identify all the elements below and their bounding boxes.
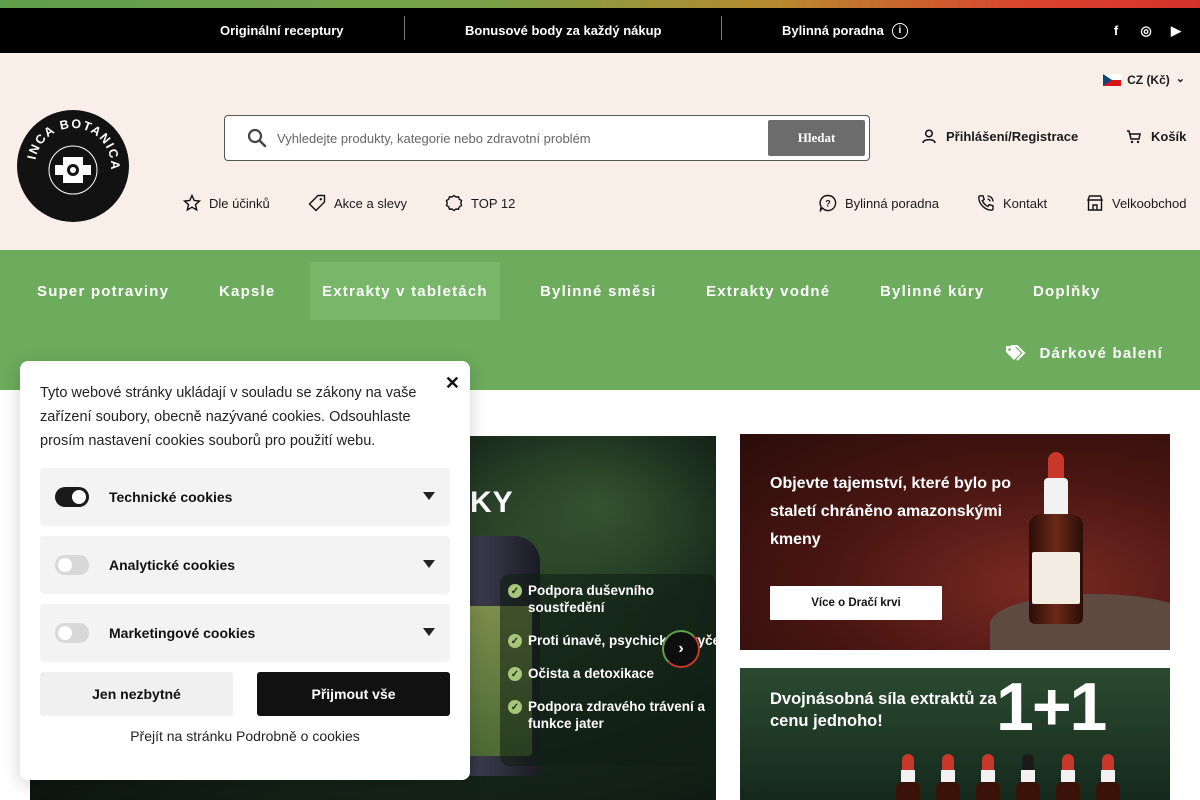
necessary-only-button[interactable]: Jen nezbytné (40, 672, 233, 716)
product-bottle (976, 754, 1000, 800)
cart-icon (1127, 129, 1141, 143)
product-bottle (1016, 754, 1040, 800)
close-icon[interactable]: ✕ (445, 373, 460, 394)
czech-flag-icon (1103, 74, 1122, 86)
category-supplements[interactable]: Doplňky (1021, 262, 1113, 320)
topbar-herbal-advice-link[interactable]: Bylinná poradna i (782, 8, 908, 53)
analytics-cookies-toggle[interactable] (55, 555, 89, 575)
category-herbal-mixes[interactable]: Bylinné směsi (528, 262, 668, 320)
subnav-top12[interactable]: TOP 12 (445, 194, 515, 212)
badge-icon (445, 194, 463, 212)
login-register-link[interactable]: Přihlášení/Registrace (922, 129, 1078, 144)
category-tablet-extracts[interactable]: Extrakty v tabletách (310, 262, 500, 320)
search-button[interactable]: Hledat (768, 120, 865, 156)
cookie-category-marketing[interactable]: Marketingové cookies (40, 604, 450, 662)
topbar-divider (721, 16, 722, 40)
hero-benefit: ✓ Podpora duševního soustředění (508, 582, 716, 616)
search-bar: Hledat (224, 115, 870, 161)
subnav-sales[interactable]: Akce a slevy (308, 194, 407, 212)
check-icon: ✓ (508, 667, 522, 681)
banner-text: Objevte tajemství, které bylo po staletí… (770, 475, 1011, 548)
svg-text:?: ? (825, 199, 831, 209)
chevron-down-icon[interactable]: ⌄ (1176, 72, 1185, 85)
check-icon: ✓ (508, 634, 522, 648)
category-capsules[interactable]: Kapsle (207, 262, 287, 320)
subnav-wholesale[interactable]: Velkoobchod (1086, 194, 1186, 212)
subnav-contact[interactable]: Kontakt (977, 194, 1047, 212)
expand-triangle-icon[interactable] (423, 628, 435, 636)
marketing-cookies-toggle[interactable] (55, 623, 89, 643)
promo-1plus1-banner[interactable]: Dvojnásobná síla extraktů za cenu jednoh… (740, 668, 1170, 800)
product-bottle (1096, 754, 1120, 800)
store-icon (1086, 195, 1104, 211)
category-herbal-courses[interactable]: Bylinné kúry (868, 262, 996, 320)
accept-all-button[interactable]: Přijmout vše (257, 672, 450, 716)
technical-cookies-toggle[interactable] (55, 487, 89, 507)
cookie-details-link[interactable]: Přejít na stránku Podrobně o cookies (20, 728, 470, 744)
cart-link[interactable]: Košík (1126, 129, 1186, 144)
banner-text: Dvojnásobná síla extraktů za cenu jednoh… (770, 690, 997, 730)
product-bottle (1056, 754, 1080, 800)
subnav-herbal-advice[interactable]: ? Bylinná poradna (819, 194, 939, 212)
product-bottle (896, 754, 920, 800)
cookie-consent-dialog: ✕ Tyto webové stránky ukládají v souladu… (20, 361, 470, 780)
expand-triangle-icon[interactable] (423, 560, 435, 568)
youtube-icon[interactable]: ▶ (1168, 23, 1184, 39)
instagram-icon[interactable]: ◎ (1138, 23, 1154, 39)
search-input[interactable] (277, 130, 757, 146)
cookie-message: Tyto webové stránky ukládají v souladu s… (40, 385, 417, 449)
bottle-dropper (1048, 452, 1064, 480)
topbar-divider (404, 16, 405, 40)
slider-next-arrow-icon[interactable]: › (662, 630, 700, 668)
language-currency-selector[interactable]: CZ (Kč) ⌄ (1103, 73, 1185, 87)
tag-icon (308, 194, 326, 212)
gift-tag-icon (1006, 345, 1026, 361)
star-icon (183, 194, 201, 212)
top-gradient-strip (0, 0, 1200, 8)
header: CZ (Kč) ⌄ INCA BOTANICA Hledat Přihlášen… (0, 53, 1200, 250)
subnav-effects[interactable]: Dle účinků (183, 194, 270, 212)
promo-big-text: 1+1 (996, 669, 1107, 745)
cookie-category-analytics[interactable]: Analytické cookies (40, 536, 450, 594)
user-icon (922, 129, 936, 144)
dragon-blood-cta-button[interactable]: Více o Dračí krvi (770, 586, 942, 620)
hero-benefit: ✓ Podpora zdravého trávení a funkce jater (508, 698, 716, 732)
dragon-blood-banner[interactable]: Objevte tajemství, které bylo po staletí… (740, 434, 1170, 650)
category-water-extracts[interactable]: Extrakty vodné (694, 262, 842, 320)
chat-question-icon: ? (819, 194, 837, 212)
product-bottle (936, 754, 960, 800)
search-icon[interactable] (247, 128, 267, 148)
hero-title: KY (470, 486, 514, 519)
info-icon[interactable]: i (891, 22, 908, 39)
category-super-foods[interactable]: Super potraviny (25, 262, 181, 320)
expand-triangle-icon[interactable] (423, 492, 435, 500)
cookie-category-technical[interactable]: Technické cookies (40, 468, 450, 526)
check-icon: ✓ (508, 700, 522, 714)
topbar: Originální receptury Bonusové body za ka… (0, 8, 1200, 53)
check-icon: ✓ (508, 584, 522, 598)
category-gift-packaging[interactable]: Dárkové balení (1005, 342, 1163, 364)
topbar-original-recipes: Originální receptury (220, 23, 344, 38)
social-links: f ◎ ▶ (1108, 8, 1184, 53)
inca-botanica-logo[interactable]: INCA BOTANICA (17, 110, 129, 222)
facebook-icon[interactable]: f (1108, 23, 1124, 38)
topbar-bonus-points: Bonusové body za každý nákup (465, 23, 662, 38)
phone-icon (978, 195, 994, 211)
